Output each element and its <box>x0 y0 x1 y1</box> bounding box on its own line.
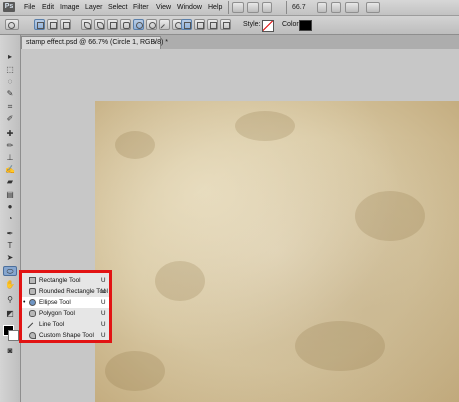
document-tab-title: stamp effect.psd @ 66.7% (Circle 1, RGB/… <box>26 39 168 46</box>
dodge-tool-icon[interactable]: ◔ <box>4 214 16 224</box>
lasso-tool-icon[interactable]: ◌ <box>4 77 16 87</box>
hand-tool-icon[interactable]: ✋ <box>4 280 16 290</box>
polygon-tool-item[interactable]: Polygon Tool U <box>22 308 109 319</box>
separator <box>228 1 229 14</box>
ellipse-icon <box>29 299 36 306</box>
menu-window[interactable]: Window <box>177 3 202 12</box>
hand-tool-button[interactable] <box>317 2 327 13</box>
menu-select[interactable]: Select <box>108 3 127 12</box>
brush-tool-icon[interactable]: ✏ <box>4 141 16 151</box>
zoom-level-field[interactable]: 66.7 <box>292 3 314 12</box>
shape-tool-flyout: Rectangle Tool U Rounded Rectangle Tool … <box>19 270 112 343</box>
zoom-tool-button[interactable] <box>331 2 341 13</box>
add-to-shape-area-button[interactable] <box>194 19 205 30</box>
default-colors-icon[interactable]: ◩ <box>4 309 16 319</box>
close-icon[interactable]: × <box>152 37 157 49</box>
path-selection-tool-icon[interactable]: ➤ <box>4 253 16 263</box>
menu-file[interactable]: File <box>24 3 35 12</box>
quick-selection-tool-icon[interactable]: ✎ <box>4 89 16 99</box>
ellipse-tool-icon[interactable]: ⬭ <box>3 266 17 276</box>
move-tool-icon[interactable]: ▸ <box>4 52 16 62</box>
type-tool-icon[interactable]: T <box>4 241 16 251</box>
document-tab[interactable]: stamp effect.psd @ 66.7% (Circle 1, RGB/… <box>21 36 168 49</box>
menu-view[interactable]: View <box>156 3 171 12</box>
fill-pixels-button[interactable] <box>60 19 71 30</box>
quick-mask-icon[interactable]: ◙ <box>4 346 16 356</box>
style-label: Style: <box>243 21 261 28</box>
eraser-tool-icon[interactable]: ▰ <box>4 177 16 187</box>
gradient-tool-icon[interactable]: ▤ <box>4 190 16 200</box>
pen-tool-icon[interactable]: ✒ <box>4 229 16 239</box>
menu-layer[interactable]: Layer <box>85 3 103 12</box>
history-brush-tool-icon[interactable]: ✍ <box>4 165 16 175</box>
options-bar: Style: Color: <box>0 16 459 35</box>
healing-brush-tool-icon[interactable]: ✚ <box>4 129 16 139</box>
color-label: Color: <box>282 21 301 28</box>
toolbox: ▸ ⬚ ◌ ✎ ⌗ ✐ ✚ ✏ ⊥ ✍ ▰ ▤ ● ◔ ✒ T ➤ ⬭ ✋ ⚲ … <box>0 35 21 402</box>
polygon-icon <box>29 310 36 317</box>
ellipse-tool-item[interactable]: • Ellipse Tool U <box>22 297 109 308</box>
menu-bar: Ps File Edit Image Layer Select Filter V… <box>0 0 459 16</box>
separator <box>286 1 287 14</box>
mini-bridge-button[interactable] <box>247 2 259 13</box>
marquee-tool-icon[interactable]: ⬚ <box>4 65 16 75</box>
menu-image[interactable]: Image <box>60 3 79 12</box>
photoshop-logo: Ps <box>3 2 15 12</box>
screen-mode-button[interactable] <box>366 2 380 13</box>
blur-tool-icon[interactable]: ● <box>4 202 16 212</box>
intersect-shape-areas-button[interactable] <box>220 19 231 30</box>
line-tool-item[interactable]: Line Tool U <box>22 319 109 333</box>
menu-filter[interactable]: Filter <box>133 3 149 12</box>
rounded-rectangle-option-button[interactable] <box>120 19 131 30</box>
ellipse-option-button[interactable] <box>133 19 144 30</box>
clone-stamp-tool-icon[interactable]: ⊥ <box>4 153 16 163</box>
selected-bullet: • <box>23 299 26 306</box>
crop-tool-icon[interactable]: ⌗ <box>4 102 16 112</box>
polygon-option-button[interactable] <box>146 19 157 30</box>
rectangle-option-button[interactable] <box>107 19 118 30</box>
subtract-from-shape-area-button[interactable] <box>207 19 218 30</box>
freeform-pen-button[interactable] <box>94 19 105 30</box>
zoom-tool-icon[interactable]: ⚲ <box>4 295 16 305</box>
background-color-swatch[interactable] <box>8 330 19 341</box>
view-extras-button[interactable] <box>262 2 272 13</box>
paths-button[interactable] <box>47 19 58 30</box>
new-shape-layer-button[interactable] <box>181 19 192 30</box>
menu-edit[interactable]: Edit <box>42 3 54 12</box>
custom-shape-icon <box>29 332 36 339</box>
color-swatch[interactable] <box>299 20 312 31</box>
menu-help[interactable]: Help <box>208 3 222 12</box>
arrange-documents-button[interactable] <box>345 2 359 13</box>
custom-shape-tool-item[interactable]: Custom Shape Tool U <box>22 330 109 341</box>
style-picker[interactable] <box>262 20 274 32</box>
tool-preset-picker[interactable] <box>5 19 19 30</box>
rectangle-tool-item[interactable]: Rectangle Tool U <box>22 275 109 286</box>
rounded-rectangle-tool-item[interactable]: Rounded Rectangle Tool U <box>22 286 109 297</box>
document-canvas[interactable] <box>95 101 459 402</box>
bridge-button[interactable] <box>232 2 244 13</box>
pen-tool-button[interactable] <box>81 19 92 30</box>
eyedropper-tool-icon[interactable]: ✐ <box>4 114 16 124</box>
rounded-rectangle-icon <box>29 288 36 295</box>
line-option-button[interactable] <box>159 19 170 32</box>
rectangle-icon <box>29 277 36 284</box>
shape-layers-button[interactable] <box>34 19 45 30</box>
